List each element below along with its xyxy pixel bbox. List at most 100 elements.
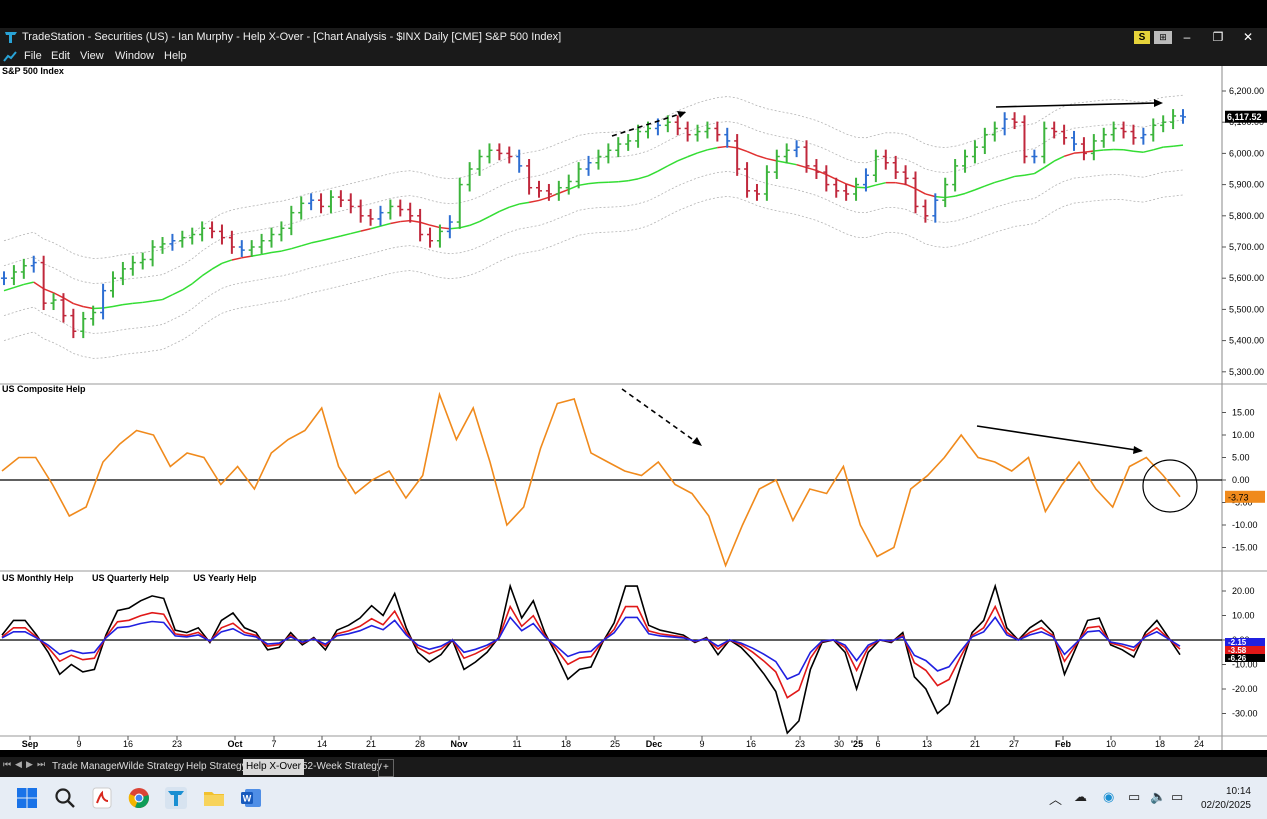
price-axis-label: 5,800.00 [1229, 211, 1264, 221]
tab-last-icon[interactable]: ⏭ [37, 759, 45, 770]
chrome-icon[interactable] [127, 786, 151, 810]
lower-pane-title: US Monthly Help [2, 573, 74, 583]
date-axis-label: 21 [366, 739, 376, 749]
moving-average-segment [1163, 145, 1174, 148]
lower-axis-label: 10.00 [1232, 611, 1255, 621]
composite-axis-label: 0.00 [1232, 475, 1250, 485]
tab-help-x-over[interactable]: Help X-Over [243, 759, 305, 775]
network-status-icon[interactable]: ◉ [1103, 789, 1114, 805]
moving-average-segment [618, 180, 629, 183]
tab-help-strategy[interactable]: Help Strategy [183, 759, 250, 775]
date-axis-label: 16 [123, 739, 133, 749]
menu-window[interactable]: Window [115, 50, 154, 62]
moving-average-segment [449, 227, 460, 230]
composite-pane-title: US Composite Help [2, 384, 86, 394]
tab-wilde-strategy[interactable]: Wilde Strategy [116, 759, 187, 775]
price-axis-label: 5,500.00 [1229, 304, 1264, 314]
price-pane-title: S&P 500 Index [2, 66, 64, 76]
date-axis-label: 28 [415, 739, 425, 749]
price-axis-label: 6,000.00 [1229, 148, 1264, 158]
svg-text:W: W [243, 794, 252, 804]
word-icon[interactable]: W [239, 786, 263, 810]
price-axis-label: 5,900.00 [1229, 180, 1264, 190]
date-axis-label: 21 [970, 739, 980, 749]
chart-svg[interactable]: S&P 500 Index6,200.006,100.006,000.005,9… [0, 66, 1267, 750]
window-title: TradeStation - Securities (US) - Ian Mur… [22, 31, 562, 43]
add-tab-button[interactable]: + [378, 759, 394, 777]
moving-average-segment [1133, 150, 1144, 153]
tradestation-logo-icon [5, 32, 17, 43]
moving-average-segment [1093, 149, 1104, 152]
composite-axis-label: 5.00 [1232, 453, 1250, 463]
menu-bar: File Edit View Window Help [0, 47, 1267, 66]
pdf-reader-icon[interactable] [90, 786, 114, 810]
date-axis-label: Sep [22, 739, 39, 749]
clock-date: 02/20/2025 [1200, 800, 1251, 811]
battery-icon[interactable]: ▭ [1171, 789, 1183, 805]
date-axis-label: Oct [227, 739, 242, 749]
clock-time: 10:14 [1225, 786, 1251, 797]
lower-pane-title: US Quarterly Help [92, 573, 170, 583]
moving-average-segment [588, 181, 599, 185]
restore-button[interactable]: ❐ [1207, 29, 1229, 46]
windows-start-icon[interactable] [15, 786, 39, 810]
cloud-icon[interactable]: ☁ [1074, 789, 1087, 805]
moving-average-segment [400, 219, 411, 223]
date-axis-label: Dec [646, 739, 663, 749]
tray-chevron-up-icon[interactable]: ︿ [1049, 789, 1062, 808]
price-axis-label: 5,400.00 [1229, 336, 1264, 346]
menu-help[interactable]: Help [164, 50, 187, 62]
volume-icon[interactable]: 🔈 [1150, 789, 1166, 805]
date-axis-label: 23 [795, 739, 805, 749]
price-axis-label: 5,300.00 [1229, 367, 1264, 377]
tab-prev-icon[interactable]: ◀ [15, 759, 22, 770]
date-axis-label: 30 [834, 739, 844, 749]
date-axis-label: 13 [922, 739, 932, 749]
tab-next-icon[interactable]: ▶ [26, 759, 33, 770]
date-axis-label: '25 [851, 739, 863, 749]
date-axis-label: 25 [610, 739, 620, 749]
last-price-label: 6,117.52 [1227, 112, 1262, 122]
title-bar: TradeStation - Securities (US) - Ian Mur… [0, 28, 1267, 47]
date-axis-label: 27 [1009, 739, 1019, 749]
tab-trade-manager[interactable]: Trade Manager [49, 759, 123, 775]
date-axis-label: 11 [512, 739, 521, 749]
grid-badge-button[interactable]: ⊞ [1154, 31, 1172, 44]
date-axis-label: 9 [699, 739, 704, 749]
search-icon[interactable] [53, 786, 77, 810]
date-axis-label: Nov [450, 739, 467, 749]
close-button[interactable]: ✕ [1237, 29, 1259, 46]
composite-axis-label: -15.00 [1232, 543, 1258, 553]
composite-axis-label: 15.00 [1232, 408, 1255, 418]
menu-edit[interactable]: Edit [51, 50, 70, 62]
date-axis-label: 10 [1106, 739, 1116, 749]
date-axis-label: 7 [271, 739, 276, 749]
date-axis-label: 18 [1155, 739, 1165, 749]
price-axis-label: 5,600.00 [1229, 273, 1264, 283]
windows-taskbar: W ︿ ☁ ◉ ▭ 🔈 ▭ 10:14 02/20/2025 [0, 777, 1267, 819]
file-explorer-icon[interactable] [202, 786, 226, 810]
display-icon[interactable]: ▭ [1128, 789, 1140, 805]
s-badge-button[interactable]: S [1134, 31, 1150, 44]
date-axis-label: Feb [1055, 739, 1072, 749]
moving-average-segment [935, 195, 946, 199]
date-axis-label: 9 [76, 739, 81, 749]
price-axis-label: 6,200.00 [1229, 86, 1264, 96]
tab-first-icon[interactable]: ⏮ [3, 759, 11, 770]
minimize-button[interactable]: – [1176, 29, 1198, 46]
date-axis-label: 18 [561, 739, 571, 749]
menu-file[interactable]: File [24, 50, 42, 62]
tab-52-week-strategy[interactable]: 52-Week Strategy [299, 759, 385, 775]
tradestation-taskbar-icon[interactable] [164, 786, 188, 810]
date-axis-label: 6 [875, 739, 880, 749]
menu-view[interactable]: View [80, 50, 104, 62]
chart-analysis-window[interactable]: S&P 500 Index6,200.006,100.006,000.005,9… [0, 66, 1267, 750]
lower-axis-label: -30.00 [1232, 709, 1258, 719]
date-axis-label: 23 [172, 739, 182, 749]
date-axis-label: 14 [317, 739, 327, 749]
lower-pane-title: US Yearly Help [193, 573, 257, 583]
moving-average-segment [132, 301, 143, 305]
composite-axis-label: 10.00 [1232, 430, 1255, 440]
system-clock[interactable]: 10:14 02/20/2025 [1201, 785, 1251, 813]
chart-app-icon[interactable] [3, 50, 17, 63]
